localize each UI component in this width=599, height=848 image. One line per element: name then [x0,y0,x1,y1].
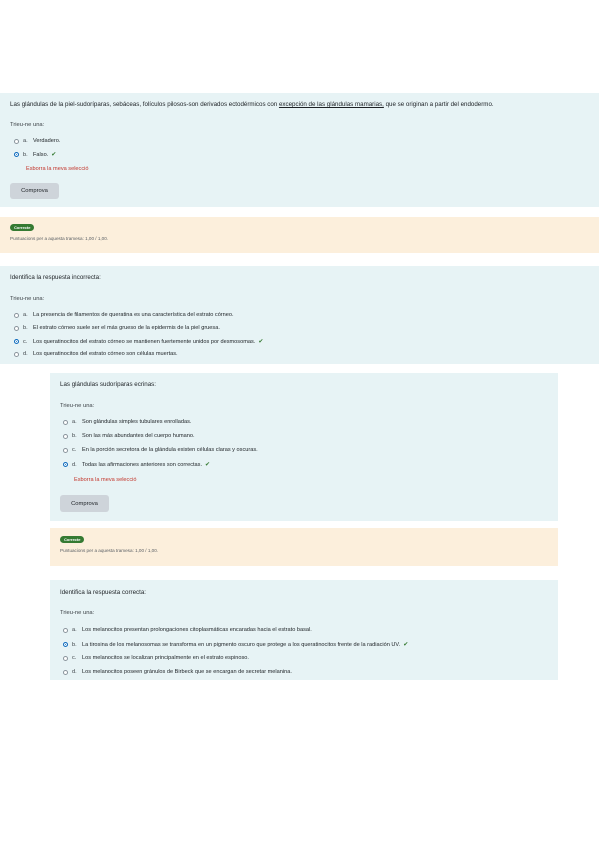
option-text: Falso. [33,151,49,158]
radio-selected-icon[interactable] [63,642,68,647]
question-3-option-c[interactable]: c. En la porción secretora de la glándul… [63,447,258,453]
radio-unselected-icon[interactable] [14,351,19,357]
question-4-text: Identifica la respuesta correcta: [60,589,146,596]
question-3-text: Las glándulas sudoríparas ecrinas: [60,381,156,388]
question-1-prompt: Trieu-ne una: [10,122,45,128]
feedback-1-card [0,217,599,253]
radio-unselected-icon[interactable] [63,627,68,633]
option-letter: c. [72,655,77,661]
option-text: Los melanocitos presentan prolongaciones… [82,627,312,633]
option-text: Todas las afirmaciones anteriores son co… [82,461,203,468]
radio-unselected-icon[interactable] [14,312,19,318]
option-text: Los queratinocitos del estrato córneo se… [33,338,256,345]
correct-badge: Correcte [10,224,35,231]
question-2-text: Identifica la respuesta incorrecta: [10,274,101,281]
option-letter: b. [72,641,77,648]
question-3-prompt: Trieu-ne una: [60,403,95,409]
option-letter: c. [23,338,28,345]
option-text: La tirosina de los melanosomas se transf… [82,641,401,648]
question-4-prompt: Trieu-ne una: [60,610,95,616]
question-2-option-c[interactable]: c. Los queratinocitos del estrato córneo… [14,338,263,345]
question-4-option-c[interactable]: c. Los melanocitos se localizan principa… [63,655,249,661]
option-letter: c. [72,447,77,453]
option-text: Verdadero. [33,138,61,144]
question-3-option-a[interactable]: a. Son glándulas simples tubulares enrol… [63,419,191,425]
option-letter: b. [72,433,77,439]
question-2-option-b[interactable]: b. El estrato córneo suele ser el más gr… [14,325,220,331]
question-4-option-b[interactable]: b. La tirosina de los melanosomas se tra… [63,641,408,648]
correct-badge: Correcte [60,536,85,543]
question-1-option-b[interactable]: b. Falso. ✔ [14,151,56,158]
radio-unselected-icon[interactable] [63,433,68,439]
question-4-option-a[interactable]: a. Los melanocitos presentan prolongacio… [63,627,312,633]
option-letter: a. [23,312,28,318]
option-text: Son glándulas simples tubulares enrollad… [82,419,192,425]
option-text: En la porción secretora de la glándula e… [82,447,258,453]
option-text: Los melanocitos se localizan principalme… [82,655,249,661]
question-1-card [0,93,599,207]
clear-selection-link[interactable]: Esborra la meva selecció [26,166,89,172]
radio-selected-icon[interactable] [14,152,19,157]
option-text: Los queratinocitos del estrato córneo so… [33,351,178,357]
question-4-option-d[interactable]: d. Los melanocitos poseen gránulos de Bi… [63,669,292,675]
question-1-option-a[interactable]: a. Verdadero. [14,138,60,144]
radio-selected-icon[interactable] [63,462,68,467]
question-1-text-underlined: excepción de las glándulas mamarias, [278,101,384,108]
radio-unselected-icon[interactable] [63,655,68,661]
radio-selected-icon[interactable] [14,339,19,344]
option-letter: d. [72,669,77,675]
option-letter: a. [72,419,77,425]
clear-selection-link[interactable]: Esborra la meva selecció [74,477,137,483]
option-text: La presencia de filamentos de queratina … [33,312,234,318]
feedback-2-card [50,528,558,566]
check-button[interactable]: Comprova [10,183,59,199]
score-text: Puntuacions per a aquesta tramesa: 1,00 … [10,236,109,241]
question-1-text: Las glándulas de la piel-sudoríparas, se… [10,101,494,108]
radio-unselected-icon[interactable] [14,138,19,144]
radio-unselected-icon[interactable] [63,669,68,675]
question-2-prompt: Trieu-ne una: [10,296,45,302]
score-text: Puntuacions per a aquesta tramesa: 1,00 … [60,548,159,553]
option-letter: d. [72,461,77,468]
question-3-option-d[interactable]: d. Todas las afirmaciones anteriores son… [63,461,210,468]
question-3-option-b[interactable]: b. Son las más abundantes del cuerpo hum… [63,433,195,439]
option-letter: b. [23,151,28,158]
checkmark-icon: ✔ [403,642,409,648]
checkmark-icon: ✔ [205,462,211,468]
option-letter: a. [72,627,77,633]
radio-unselected-icon[interactable] [63,447,68,453]
option-text: Los melanocitos poseen gránulos de Birbe… [82,669,292,675]
option-letter: d. [23,351,28,357]
question-1-text-start: Las glándulas de la piel-sudoríparas, se… [10,101,279,108]
check-button[interactable]: Comprova [60,495,109,512]
option-letter: b. [23,325,28,331]
option-text: Son las más abundantes del cuerpo humano… [82,433,195,439]
radio-unselected-icon[interactable] [63,419,68,425]
question-1-text-end: que se originan a partir del endodermo. [383,101,494,108]
checkmark-icon: ✔ [258,339,264,345]
radio-unselected-icon[interactable] [14,325,19,331]
checkmark-icon: ✔ [51,152,57,158]
option-letter: a. [23,138,28,144]
question-2-option-d[interactable]: d. Los queratinocitos del estrato córneo… [14,351,178,357]
option-text: El estrato córneo suele ser el más grues… [33,325,220,331]
question-2-option-a[interactable]: a. La presencia de filamentos de querati… [14,312,234,318]
